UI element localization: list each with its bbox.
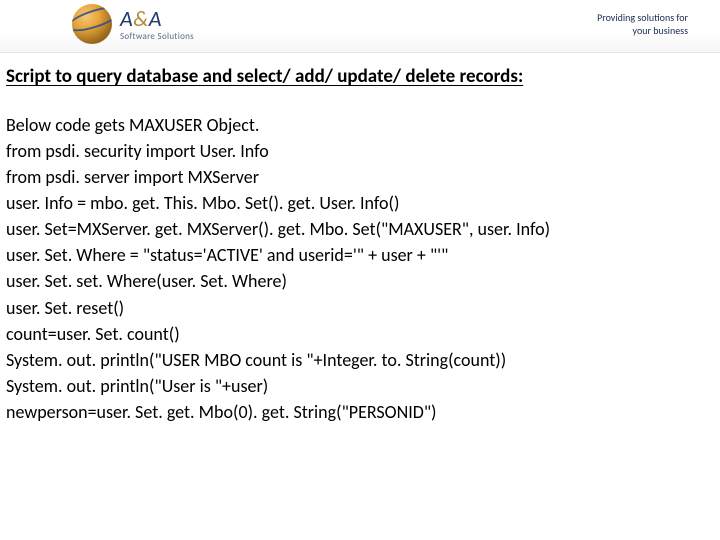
brand-block: A&A Software Solutions bbox=[120, 8, 194, 41]
globe-icon bbox=[72, 4, 112, 44]
code-line: user. Set=MXServer. get. MXServer(). get… bbox=[6, 216, 710, 242]
brand-subtitle: Software Solutions bbox=[120, 32, 194, 41]
code-line: newperson=user. Set. get. Mbo(0). get. S… bbox=[6, 399, 710, 425]
code-line: System. out. println("User is "+user) bbox=[6, 373, 710, 399]
logo: A&A Software Solutions bbox=[72, 4, 194, 44]
content-area: Script to query database and select/ add… bbox=[0, 53, 720, 425]
code-line: user. Info = mbo. get. This. Mbo. Set().… bbox=[6, 190, 710, 216]
code-line: user. Set. set. Where(user. Set. Where) bbox=[6, 268, 710, 294]
section-heading: Script to query database and select/ add… bbox=[6, 65, 710, 88]
code-line: user. Set. reset() bbox=[6, 295, 710, 321]
code-line: count=user. Set. count() bbox=[6, 321, 710, 347]
brand-name: A&A bbox=[120, 8, 194, 30]
tagline-line-2: your business bbox=[597, 25, 688, 38]
header-bar: A&A Software Solutions Providing solutio… bbox=[0, 0, 720, 53]
code-block: from psdi. security import User. Info fr… bbox=[6, 138, 710, 425]
code-line: System. out. println("USER MBO count is … bbox=[6, 347, 710, 373]
code-line: from psdi. server import MXServer bbox=[6, 164, 710, 190]
intro-text: Below code gets MAXUSER Object. bbox=[6, 114, 710, 136]
tagline: Providing solutions for your business bbox=[597, 12, 688, 37]
tagline-line-1: Providing solutions for bbox=[597, 12, 688, 25]
code-line: from psdi. security import User. Info bbox=[6, 138, 710, 164]
code-line: user. Set. Where = "status='ACTIVE' and … bbox=[6, 242, 710, 268]
